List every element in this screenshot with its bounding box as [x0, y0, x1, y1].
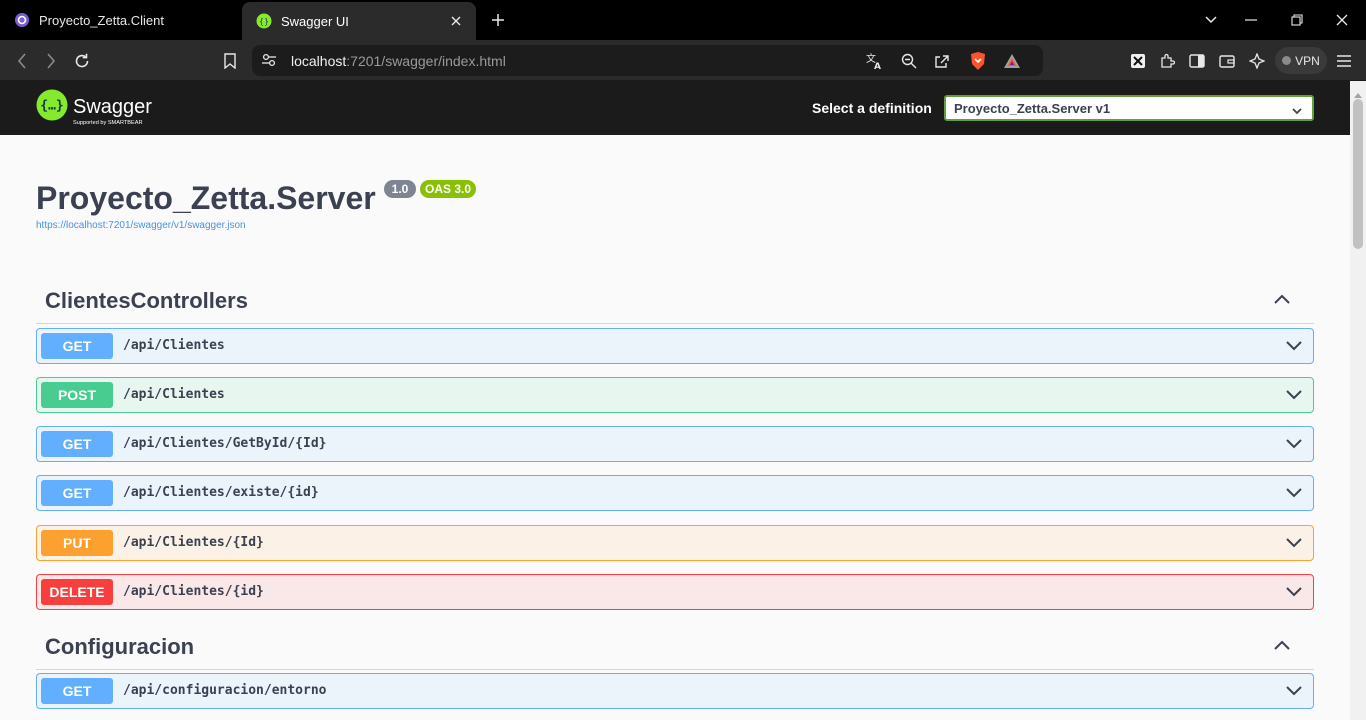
browser-tab-strip: Proyecto_Zetta.Client {} Swagger UI — [0, 0, 1366, 40]
api-title: Proyecto_Zetta.Server — [36, 180, 376, 216]
extension-icon[interactable] — [1125, 48, 1151, 74]
vpn-button[interactable]: VPN — [1275, 47, 1327, 74]
operation-get-api-clientes[interactable]: GET /api/Clientes — [36, 328, 1314, 364]
swagger-logo[interactable]: {…} Swagger Supported by SMARTBEAR — [36, 89, 166, 129]
operation-path: /api/Clientes/{id} — [123, 584, 264, 599]
swagger-logo-subtitle: Supported by SMARTBEAR — [73, 120, 143, 126]
method-badge: PUT — [41, 530, 113, 556]
brave-rewards-icon[interactable] — [1001, 50, 1023, 72]
tab-search-chevron-icon[interactable] — [1189, 0, 1233, 40]
operation-path: /api/configuracion/entorno — [123, 683, 327, 698]
tag-section-configuracion[interactable]: Configuracion — [36, 624, 1314, 670]
page-scrollbar[interactable] — [1350, 81, 1366, 720]
operation-delete-api-clientes-id[interactable]: DELETE /api/Clientes/{id} — [36, 574, 1314, 610]
close-tab-icon[interactable] — [448, 13, 464, 29]
svg-text:{…}: {…} — [40, 99, 63, 114]
scrollbar-thumb[interactable] — [1353, 99, 1363, 249]
tab-swagger-ui[interactable]: {} Swagger UI — [242, 2, 476, 40]
reload-button[interactable] — [69, 48, 95, 74]
method-badge: GET — [41, 333, 113, 359]
svg-text:A: A — [874, 62, 881, 70]
forward-button[interactable] — [38, 48, 64, 74]
tab-proyecto-zetta-client[interactable]: Proyecto_Zetta.Client — [0, 0, 240, 40]
operation-get-api-configuracion-entorno[interactable]: GET /api/configuracion/entorno — [36, 673, 1314, 709]
leo-ai-icon[interactable] — [1244, 48, 1270, 74]
svg-text:{}: {} — [259, 17, 269, 26]
oas-badge: OAS 3.0 — [420, 180, 476, 198]
vpn-status-dot — [1282, 56, 1292, 65]
operation-path: /api/Clientes — [123, 338, 225, 353]
bookmark-icon[interactable] — [217, 48, 243, 74]
chevron-down-icon[interactable] — [1285, 585, 1303, 599]
operation-path: /api/Clientes/existe/{id} — [123, 485, 319, 500]
method-badge: GET — [41, 431, 113, 457]
site-settings-icon[interactable] — [260, 51, 278, 69]
operation-post-api-clientes[interactable]: POST /api/Clientes — [36, 377, 1314, 413]
method-badge: GET — [41, 678, 113, 704]
operation-path: /api/Clientes — [123, 387, 225, 402]
translate-icon[interactable]: 文A — [863, 50, 885, 72]
chevron-down-icon[interactable] — [1285, 536, 1303, 550]
url-path: :7201/swagger/index.html — [346, 53, 506, 69]
vpn-label: VPN — [1295, 53, 1320, 68]
operation-put-api-clientes-id[interactable]: PUT /api/Clientes/{Id} — [36, 525, 1314, 561]
swagger-icon: {} — [256, 13, 272, 29]
address-bar[interactable]: localhost:7201/swagger/index.html 文A — [252, 45, 1043, 76]
sidebar-icon[interactable] — [1184, 48, 1210, 74]
blazor-icon — [14, 12, 30, 28]
minimize-button[interactable] — [1229, 0, 1273, 40]
operation-path: /api/Clientes/{Id} — [123, 535, 264, 550]
tag-section-clientescontrollers[interactable]: ClientesControllers — [36, 278, 1314, 324]
close-window-button[interactable] — [1320, 0, 1364, 40]
chevron-up-icon[interactable] — [1273, 638, 1291, 652]
swagger-topbar: {…} Swagger Supported by SMARTBEAR Selec… — [0, 81, 1350, 135]
extensions-puzzle-icon[interactable] — [1154, 48, 1180, 74]
back-button[interactable] — [9, 48, 35, 74]
spec-url-link[interactable]: https://localhost:7201/swagger/v1/swagge… — [36, 220, 246, 231]
chevron-up-icon[interactable] — [1273, 292, 1291, 306]
url-text: localhost:7201/swagger/index.html — [291, 53, 506, 69]
definition-label: Select a definition — [812, 100, 932, 116]
method-badge: POST — [41, 382, 113, 408]
wallet-icon[interactable] — [1214, 48, 1240, 74]
url-host: localhost — [291, 53, 347, 69]
chevron-down-icon — [1292, 103, 1302, 118]
operation-get-api-clientes-getbyid[interactable]: GET /api/Clientes/GetById/{Id} — [36, 426, 1314, 462]
menu-icon[interactable] — [1331, 48, 1357, 74]
chevron-down-icon[interactable] — [1285, 437, 1303, 451]
operation-get-api-clientes-existe[interactable]: GET /api/Clientes/existe/{id} — [36, 475, 1314, 511]
zoom-icon[interactable] — [898, 50, 920, 72]
method-badge: GET — [41, 480, 113, 506]
version-badge: 1.0 — [384, 180, 416, 198]
tab-title: Swagger UI — [281, 13, 349, 29]
definition-select[interactable]: Proyecto_Zetta.Server v1 — [944, 95, 1314, 121]
tag-name: ClientesControllers — [45, 288, 248, 313]
tag-name: Configuracion — [45, 634, 195, 659]
browser-toolbar: localhost:7201/swagger/index.html 文A VPN — [0, 40, 1366, 81]
definition-selected-value: Proyecto_Zetta.Server v1 — [954, 101, 1111, 116]
brave-shields-icon[interactable] — [967, 50, 989, 72]
chevron-down-icon[interactable] — [1285, 388, 1303, 402]
swagger-logo-text: Swagger — [73, 96, 152, 118]
operation-path: /api/Clientes/GetById/{Id} — [123, 436, 327, 451]
share-icon[interactable] — [931, 50, 953, 72]
tab-title: Proyecto_Zetta.Client — [39, 12, 165, 28]
chevron-down-icon[interactable] — [1285, 486, 1303, 500]
chevron-down-icon[interactable] — [1285, 684, 1303, 698]
new-tab-button[interactable] — [487, 9, 509, 31]
chevron-down-icon[interactable] — [1285, 339, 1303, 353]
method-badge: DELETE — [41, 579, 113, 605]
restore-button[interactable] — [1275, 0, 1319, 40]
